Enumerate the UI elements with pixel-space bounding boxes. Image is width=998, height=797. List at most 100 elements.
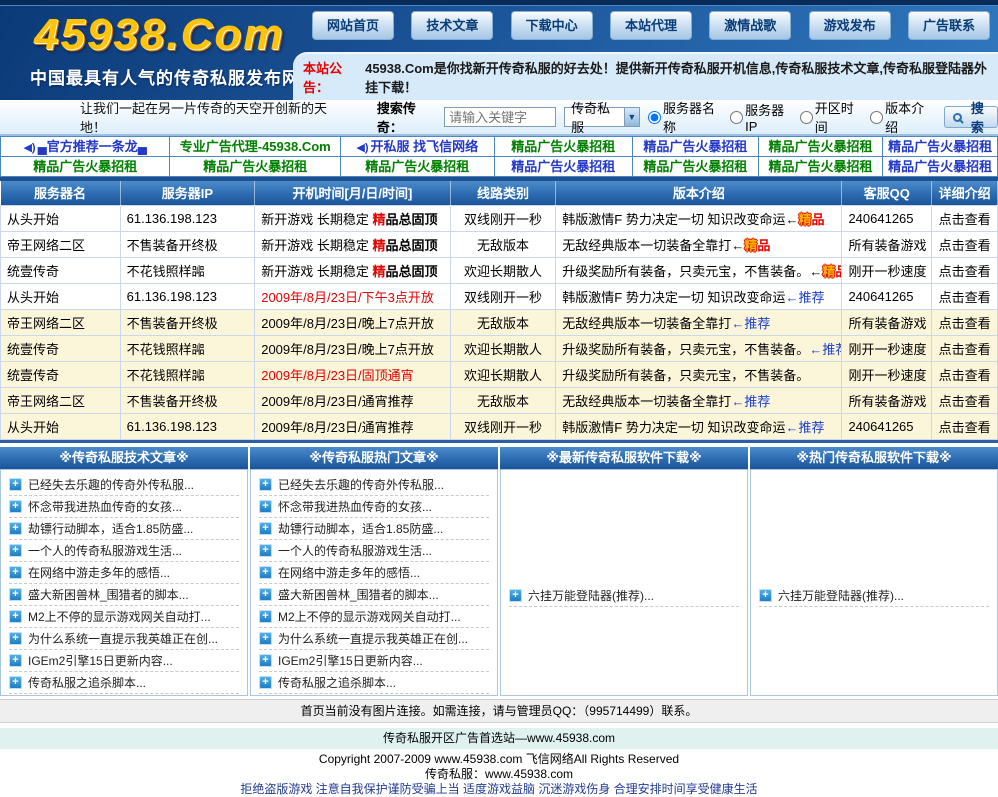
ad-link[interactable]: 精品广告火暴招租 (759, 136, 884, 156)
list-item[interactable]: +在网络中游走多年的感悟... (259, 562, 489, 584)
server-name[interactable]: 帝王网络二区 (1, 387, 121, 413)
ad-link[interactable]: 精品广告火暴招租 (495, 156, 634, 176)
ad-link[interactable]: 精品广告火暴招租 (341, 156, 495, 176)
list-item[interactable]: +一个人的传奇私服游戏生活... (9, 540, 239, 562)
server-name[interactable]: 统壹传奇 (1, 257, 121, 283)
site-logo[interactable]: 45938.Com (34, 10, 284, 60)
search-type-radio[interactable] (648, 111, 661, 124)
list-item[interactable]: +怀念带我进热血传奇的女孩... (259, 496, 489, 518)
list-item[interactable]: +六挂万能登陆器(推荐)... (759, 585, 989, 607)
list-item[interactable]: +M2上不停的显示游戏网关自动打... (259, 606, 489, 628)
jingpin-tag: ←精品 (785, 212, 824, 227)
ad-link[interactable]: 精品广告火暴招租 (1, 156, 170, 176)
open-time: 2009年/8月/23日/通宵推荐 (255, 413, 450, 439)
list-item[interactable]: +六挂万能登陆器(推荐)... (509, 585, 739, 607)
main-nav: 网站首页技术文章下载中心本站代理激情战歌游戏发布广告联系 (312, 11, 990, 40)
detail-link[interactable]: 点击查看 (932, 387, 998, 413)
category-select[interactable]: 传奇私服 ▼ (564, 107, 640, 127)
list-item[interactable]: +传奇私服之追杀脚本... (259, 672, 489, 694)
server-table-header-row: 服务器名服务器IP开机时间[月/日/时间]线路类别版本介绍客服QQ详细介绍 (1, 181, 998, 205)
nav-button[interactable]: 本站代理 (610, 11, 692, 40)
search-type-option[interactable]: 开区时间 (800, 98, 860, 136)
ad-link[interactable]: 精品广告火暴招租 (170, 156, 340, 176)
list-item[interactable]: +IGEm2引擎15日更新内容... (259, 650, 489, 672)
list-item[interactable]: +怀念带我进热血传奇的女孩... (9, 496, 239, 518)
list-item[interactable]: +在网络中游走多年的感悟... (9, 562, 239, 584)
nav-button[interactable]: 广告联系 (908, 11, 990, 40)
list-item[interactable]: +为什么系统一直提示我英雄正在创... (9, 628, 239, 650)
ad-link[interactable]: 精品广告火暴招租 (759, 156, 884, 176)
ad-link[interactable]: ◀)开私服 找飞信网络 (341, 136, 495, 156)
server-name[interactable]: 统壹传奇 (1, 361, 121, 387)
ad-link[interactable]: 精品广告火暴招租 (883, 136, 998, 156)
ad-link[interactable]: ◀)▄官方推荐一条龙▄ (1, 136, 170, 156)
search-input[interactable] (444, 107, 556, 127)
section-header[interactable]: ※热门传奇私服软件下载※ (750, 447, 998, 469)
list-item-label: M2上不停的显示游戏网关自动打... (28, 608, 211, 625)
open-time: 新开游戏 长期稳定 精品总固顶 (255, 257, 450, 283)
server-name[interactable]: 从头开始 (1, 205, 121, 231)
search-type-option[interactable]: 服务器IP (730, 100, 790, 134)
section-header[interactable]: ※传奇私服技术文章※ (0, 447, 248, 469)
nav-button[interactable]: 游戏发布 (809, 11, 891, 40)
nav-button[interactable]: 激情战歌 (709, 11, 791, 40)
server-ip: 不花钱照样嘂 (120, 257, 255, 283)
plus-icon: + (509, 589, 522, 602)
ad-link[interactable]: 精品广告火暴招租 (633, 156, 759, 176)
search-button[interactable]: 搜索 (944, 106, 998, 128)
search-type-radios: 服务器名称服务器IP 开区时间版本介绍 (648, 98, 936, 136)
nav-button[interactable]: 技术文章 (411, 11, 493, 40)
line-type: 欢迎长期散人 (450, 257, 556, 283)
chevron-down-icon[interactable]: ▼ (624, 108, 639, 126)
search-type-radio[interactable] (800, 111, 813, 124)
list-item[interactable]: +盛大新困兽林_围猎者的脚本... (9, 584, 239, 606)
list-item[interactable]: +已经失去乐趣的传奇外传私服... (259, 474, 489, 496)
list-item[interactable]: +IGEm2引擎15日更新内容... (9, 650, 239, 672)
section-header[interactable]: ※传奇私服热门文章※ (250, 447, 498, 469)
detail-link[interactable]: 点击查看 (932, 205, 998, 231)
list-item[interactable]: +M2上不停的显示游戏网关自动打... (9, 606, 239, 628)
ad-link[interactable]: 精品广告火暴招租 (633, 136, 759, 156)
search-type-radio[interactable] (730, 111, 743, 124)
list-item[interactable]: +劫镖行动脚本，适合1.85防盛... (9, 518, 239, 540)
list-item[interactable]: +传奇私服之追杀脚本... (9, 672, 239, 694)
list-item[interactable]: +为什么系统一直提示我英雄正在创... (259, 628, 489, 650)
table-row: 帝王网络二区不售装备开终极2009年/8月/23日/晚上7点开放无敌版本无敌经典… (1, 309, 998, 335)
detail-link[interactable]: 点击查看 (932, 231, 998, 257)
detail-link[interactable]: 点击查看 (932, 361, 998, 387)
list-item[interactable]: +一个人的传奇私服游戏生活... (259, 540, 489, 562)
server-name[interactable]: 统壹传奇 (1, 335, 121, 361)
table-row: 帝王网络二区不售装备开终极新开游戏 长期稳定 精品总固顶无敌版本无敌经典版本一切… (1, 231, 998, 257)
server-name[interactable]: 帝王网络二区 (1, 309, 121, 335)
open-time-badge: 精品总固顶 (372, 212, 437, 227)
list-item[interactable]: +劫镖行动脚本，适合1.85防盛... (259, 518, 489, 540)
detail-link[interactable]: 点击查看 (932, 413, 998, 439)
ad-link[interactable]: 精品广告火暴招租 (883, 156, 998, 176)
search-type-radio[interactable] (870, 111, 883, 124)
server-name[interactable]: 帝王网络二区 (1, 231, 121, 257)
ad-link-label: 精品广告火暴招租 (643, 139, 747, 154)
list-item-label: 一个人的传奇私服游戏生活... (278, 542, 432, 559)
version-info: 韩版激情F 势力决定一切 知识改变命运←推荐 (556, 283, 842, 309)
list-item[interactable]: +盛大新困兽林_围猎者的脚本... (259, 584, 489, 606)
ad-link[interactable]: 精品广告火暴招租 (495, 136, 634, 156)
list-item-label: M2上不停的显示游戏网关自动打... (278, 608, 461, 625)
search-type-label: 服务器IP (745, 100, 790, 134)
detail-link[interactable]: 点击查看 (932, 335, 998, 361)
nav-button[interactable]: 网站首页 (312, 11, 394, 40)
list-item[interactable]: +已经失去乐趣的传奇外传私服... (9, 474, 239, 496)
version-info: 韩版激情F 势力决定一切 知识改变命运←推荐 (556, 413, 842, 439)
detail-link[interactable]: 点击查看 (932, 257, 998, 283)
detail-link[interactable]: 点击查看 (932, 309, 998, 335)
ad-link[interactable]: 专业广告代理-45938.Com (170, 136, 340, 156)
server-name[interactable]: 从头开始 (1, 283, 121, 309)
ad-grid: ◀)▄官方推荐一条龙▄专业广告代理-45938.Com◀)开私服 找飞信网络精品… (0, 136, 998, 177)
nav-button[interactable]: 下载中心 (511, 11, 593, 40)
server-name[interactable]: 从头开始 (1, 413, 121, 439)
section-header[interactable]: ※最新传奇私服软件下载※ (500, 447, 748, 469)
version-info: 升级奖励所有装备，只卖元宝，不售装备。←推荐 (556, 335, 842, 361)
service-qq: 240641265 (842, 413, 932, 439)
detail-link[interactable]: 点击查看 (932, 283, 998, 309)
search-type-option[interactable]: 服务器名称 (648, 98, 720, 136)
search-type-option[interactable]: 版本介绍 (870, 98, 930, 136)
